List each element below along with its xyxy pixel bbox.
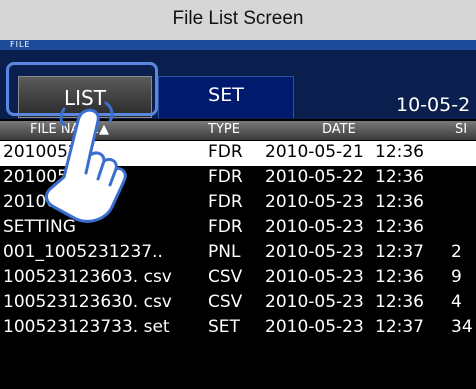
file-time: 12:36 <box>375 292 424 312</box>
file-date: 2010-05-23 <box>265 192 364 212</box>
file-time: 12:36 <box>375 142 424 162</box>
table-row[interactable]: 100523123630. csv CSV 2010-05-23 12:36 4 <box>0 291 476 316</box>
window-title: FILE <box>0 40 476 50</box>
file-date: 2010-05-21 <box>265 142 364 162</box>
header-type[interactable]: TYPE <box>208 122 240 137</box>
table-row[interactable]: 001_1005231237.. PNL 2010-05-23 12:37 2 <box>0 241 476 266</box>
file-type: PNL <box>208 242 241 262</box>
file-type: FDR <box>208 167 243 187</box>
file-type: FDR <box>208 192 243 212</box>
file-time: 12:36 <box>375 192 424 212</box>
file-time: 12:36 <box>375 267 424 287</box>
file-date: 2010-05-23 <box>265 267 364 287</box>
tab-set[interactable]: SET <box>158 76 294 118</box>
header-size[interactable]: SI <box>455 122 467 137</box>
file-name: 001_1005231237.. <box>3 242 163 262</box>
file-size: 34 <box>451 317 473 337</box>
figure-caption: File List Screen <box>0 0 476 40</box>
file-size: 9 <box>451 267 462 287</box>
file-type: CSV <box>208 267 243 287</box>
tap-hand-icon <box>45 101 127 223</box>
table-row[interactable]: 100523123733. set SET 2010-05-23 12:37 3… <box>0 316 476 341</box>
file-date: 2010-05-23 <box>265 217 364 237</box>
file-time: 12:36 <box>375 217 424 237</box>
device-screen: FILE LIST SET 10-05-2 FILE NAME▲ TYPE DA… <box>0 40 476 389</box>
header-date[interactable]: DATE <box>322 122 356 137</box>
file-date: 2010-05-23 <box>265 292 364 312</box>
file-name: 100523123603. csv <box>3 267 172 287</box>
file-date: 2010-05-23 <box>265 317 364 337</box>
file-type: CSV <box>208 292 243 312</box>
file-time: 12:37 <box>375 317 424 337</box>
file-name: 100523123733. set <box>3 317 170 337</box>
file-time: 12:36 <box>375 167 424 187</box>
table-row[interactable]: 100523123603. csv CSV 2010-05-23 12:36 9 <box>0 266 476 291</box>
file-date: 2010-05-22 <box>265 167 364 187</box>
file-size: 2 <box>451 242 462 262</box>
file-size: 4 <box>451 292 462 312</box>
file-type: FDR <box>208 217 243 237</box>
file-type: SET <box>208 317 240 337</box>
file-date: 2010-05-23 <box>265 242 364 262</box>
file-type: FDR <box>208 142 243 162</box>
file-name: 100523123630. csv <box>3 292 172 312</box>
file-time: 12:37 <box>375 242 424 262</box>
date-readout: 10-05-2 <box>396 94 471 116</box>
